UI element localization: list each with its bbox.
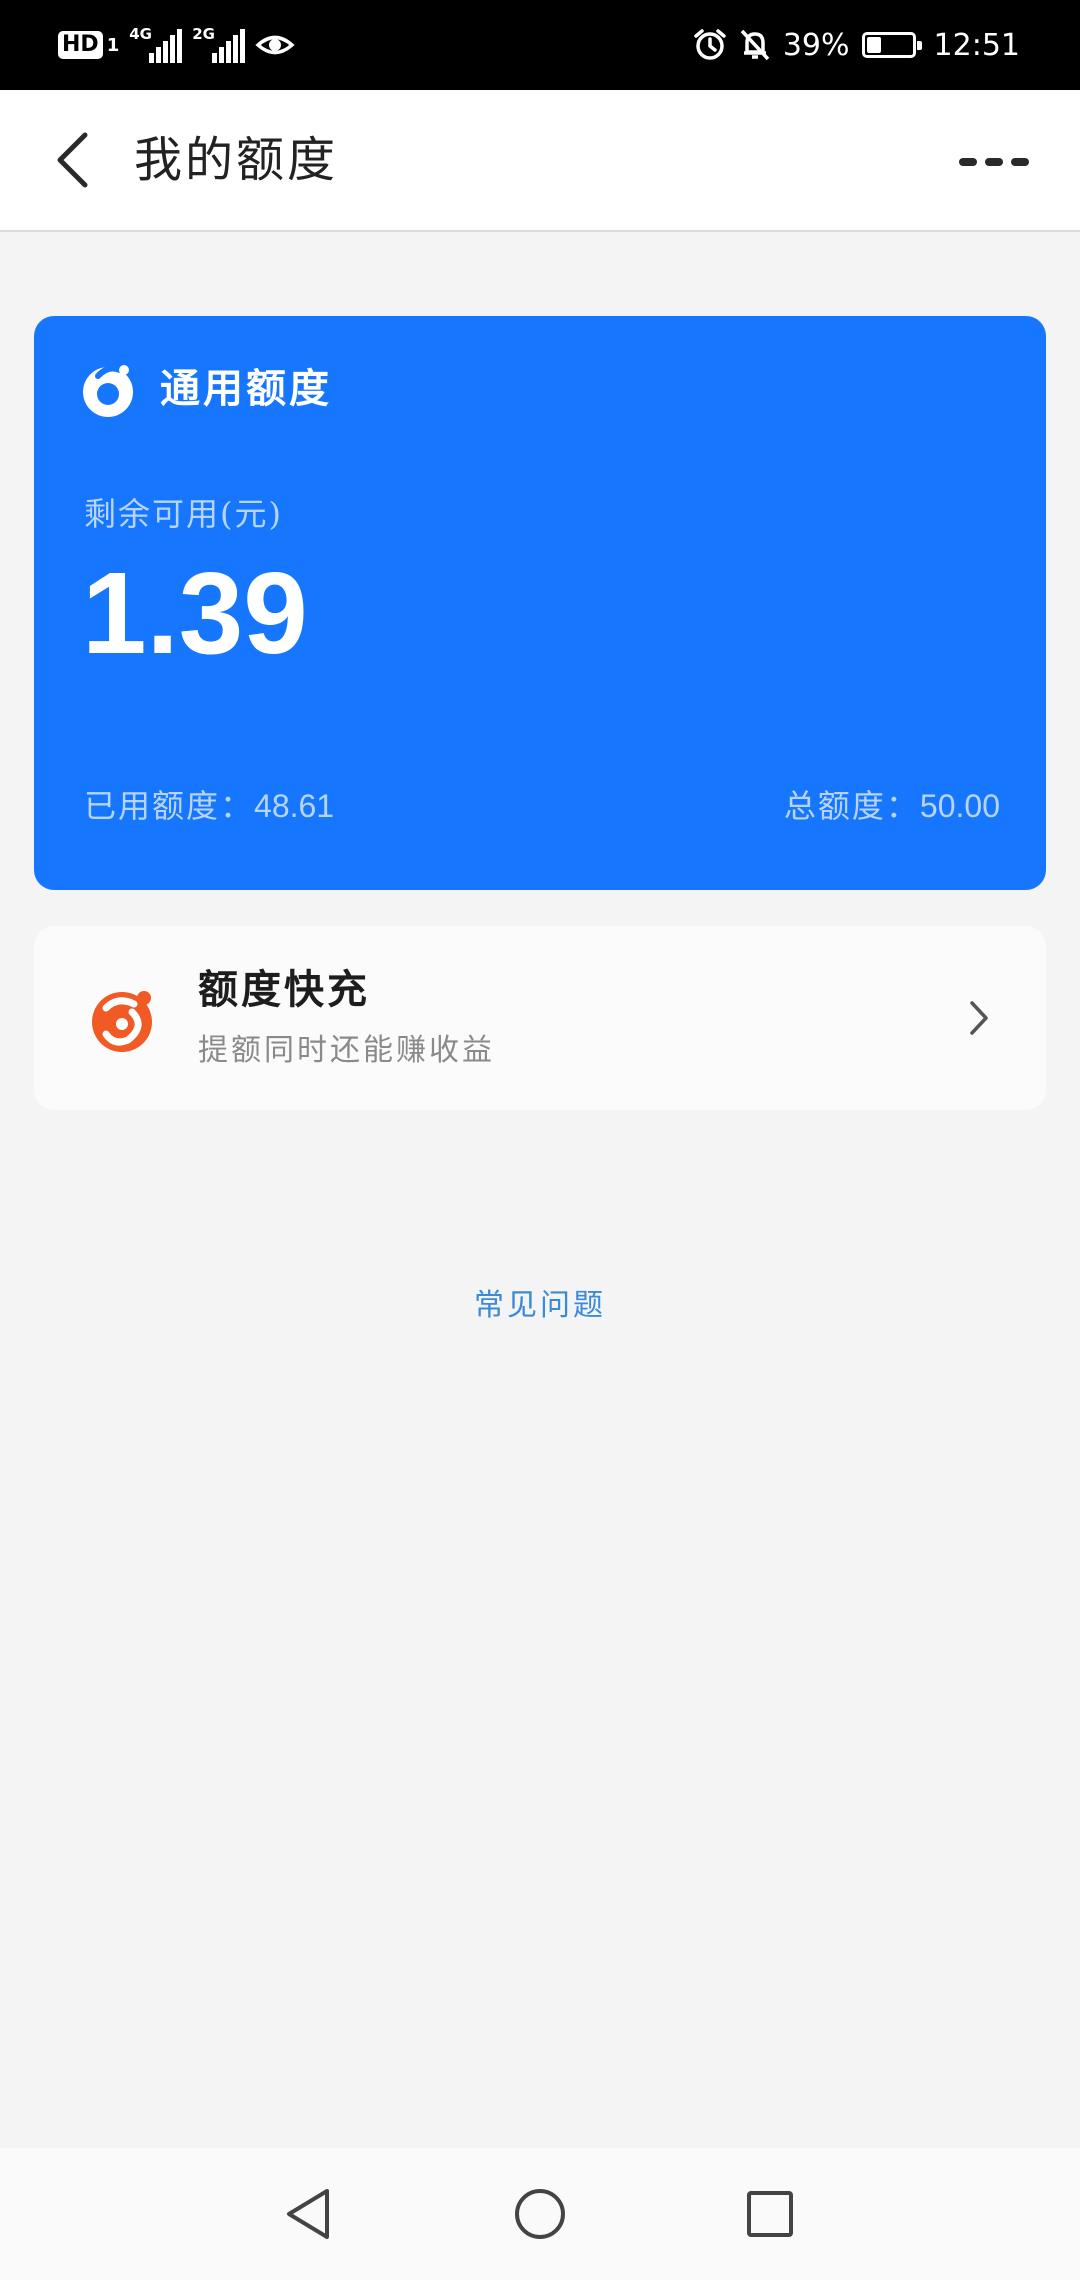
battery-icon bbox=[861, 32, 922, 58]
system-nav-bar bbox=[0, 2148, 1080, 2280]
triangle-back-icon bbox=[287, 2189, 329, 2239]
battery-percent: 39% bbox=[782, 27, 850, 63]
status-bar-left: HD 1 4G 2G bbox=[58, 22, 295, 68]
remaining-label: 剩余可用(元) bbox=[84, 495, 283, 533]
status-bar-right: 39% 12:51 bbox=[693, 22, 1020, 68]
more-dot-icon bbox=[959, 158, 977, 166]
used-quota-label: 已用额度： bbox=[84, 787, 255, 825]
used-quota: 已用额度：48.61 bbox=[84, 784, 334, 828]
signal-4g-icon: 4G bbox=[129, 25, 183, 63]
page-title: 我的额度 bbox=[134, 132, 339, 188]
signal-2g-icon: 2G bbox=[192, 25, 246, 63]
more-dot-icon bbox=[985, 158, 1003, 166]
back-arrow-icon bbox=[57, 132, 88, 188]
network-type-label: 4G bbox=[129, 25, 152, 43]
more-options-button[interactable] bbox=[954, 140, 1034, 184]
more-dot-icon bbox=[1011, 158, 1029, 166]
faq-link[interactable]: 常见问题 bbox=[0, 1284, 1080, 1328]
total-quota: 总额度：50.00 bbox=[784, 784, 1000, 828]
quick-charge-icon bbox=[92, 991, 152, 1052]
chevron-right-icon bbox=[970, 1001, 988, 1035]
hd-icon: HD bbox=[58, 31, 103, 59]
used-quota-value: 48.61 bbox=[254, 788, 335, 824]
quota-logo-icon bbox=[83, 365, 133, 417]
hd-sim-index: 1 bbox=[106, 34, 120, 56]
quick-charge-title: 额度快充 bbox=[198, 966, 370, 1013]
nav-home-button[interactable] bbox=[510, 2184, 570, 2244]
clock: 12:51 bbox=[933, 27, 1020, 63]
card-title: 通用额度 bbox=[160, 365, 332, 412]
eye-icon bbox=[255, 35, 295, 55]
remaining-value: 1.39 bbox=[82, 548, 308, 678]
circle-home-icon bbox=[515, 2189, 565, 2239]
alarm-icon bbox=[694, 29, 726, 60]
total-quota-label: 总额度： bbox=[783, 787, 920, 825]
total-quota-value: 50.00 bbox=[919, 788, 1000, 824]
nav-recents-button[interactable] bbox=[740, 2184, 800, 2244]
status-bar: HD 1 4G 2G 39% 12:51 bbox=[0, 0, 1080, 90]
quick-charge-subtitle: 提额同时还能赚收益 bbox=[198, 1033, 495, 1068]
app-header: 我的额度 bbox=[0, 90, 1080, 232]
back-button[interactable] bbox=[40, 124, 104, 196]
square-recents-icon bbox=[747, 2191, 793, 2237]
network-type-label: 2G bbox=[192, 25, 215, 43]
nav-back-button[interactable] bbox=[278, 2184, 338, 2244]
quota-card: 通用额度 剩余可用(元) 1.39 已用额度：48.61 总额度：50.00 bbox=[34, 316, 1046, 890]
mute-bell-icon bbox=[740, 29, 770, 61]
quick-charge-row[interactable]: 额度快充 提额同时还能赚收益 bbox=[34, 926, 1046, 1110]
